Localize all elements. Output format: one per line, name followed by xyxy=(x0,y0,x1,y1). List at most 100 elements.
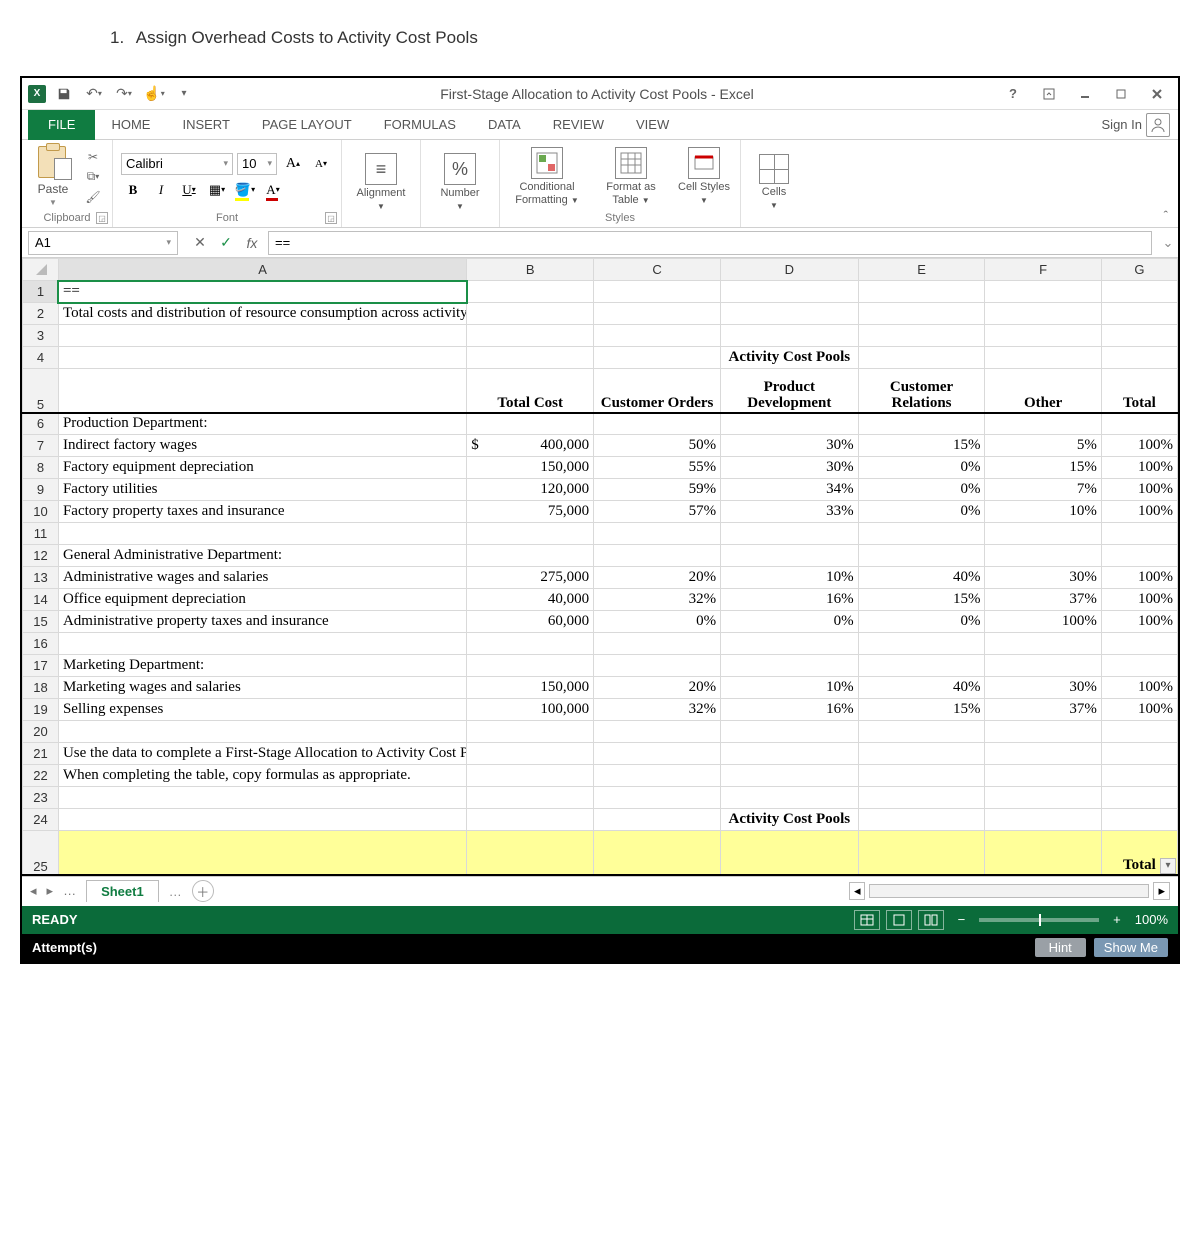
cell[interactable] xyxy=(1101,413,1177,435)
underline-button[interactable]: U▾ xyxy=(177,179,201,201)
tab-formulas[interactable]: FORMULAS xyxy=(368,110,472,140)
cell[interactable]: 60,000 xyxy=(467,611,594,633)
page-break-view-icon[interactable] xyxy=(918,910,944,930)
cell[interactable] xyxy=(594,281,721,303)
row-header[interactable]: 3 xyxy=(23,325,59,347)
cell[interactable]: 275,000 xyxy=(467,567,594,589)
bold-button[interactable]: B xyxy=(121,179,145,201)
cell[interactable]: 37% xyxy=(985,589,1101,611)
cell[interactable]: 10% xyxy=(721,567,859,589)
zoom-level[interactable]: 100% xyxy=(1135,912,1168,927)
cell[interactable] xyxy=(985,809,1101,831)
cell[interactable]: Total Cost xyxy=(467,369,594,413)
cell[interactable]: 120,000 xyxy=(467,479,594,501)
col-header-G[interactable]: G xyxy=(1101,259,1177,281)
cell[interactable] xyxy=(467,281,594,303)
cell[interactable] xyxy=(467,545,594,567)
cell[interactable] xyxy=(858,523,985,545)
cell[interactable] xyxy=(985,721,1101,743)
cell[interactable]: 0% xyxy=(594,611,721,633)
cell[interactable]: Administrative wages and salaries xyxy=(58,567,466,589)
cell[interactable] xyxy=(594,787,721,809)
cell[interactable]: 30% xyxy=(721,457,859,479)
select-all-corner[interactable] xyxy=(23,259,59,281)
cell[interactable] xyxy=(985,633,1101,655)
cell[interactable] xyxy=(858,545,985,567)
number-button[interactable]: % Number▼ xyxy=(429,153,491,211)
cell[interactable] xyxy=(721,281,859,303)
cell[interactable] xyxy=(721,655,859,677)
row-header[interactable]: 18 xyxy=(23,677,59,699)
tab-data[interactable]: DATA xyxy=(472,110,537,140)
cell[interactable]: Total costs and distribution of resource… xyxy=(58,303,466,325)
copy-icon[interactable]: ⧉▾ xyxy=(82,168,104,186)
cell[interactable] xyxy=(58,787,466,809)
cell[interactable]: 57% xyxy=(594,501,721,523)
col-header-C[interactable]: C xyxy=(594,259,721,281)
cell[interactable]: Factory property taxes and insurance xyxy=(58,501,466,523)
cell[interactable]: 32% xyxy=(594,699,721,721)
borders-icon[interactable]: ▦▾ xyxy=(205,179,229,201)
row-header[interactable]: 23 xyxy=(23,787,59,809)
tab-file[interactable]: FILE xyxy=(28,110,95,140)
cell[interactable]: 15% xyxy=(985,457,1101,479)
sign-in[interactable]: Sign In xyxy=(1102,113,1170,137)
cell[interactable]: Factory equipment depreciation xyxy=(58,457,466,479)
cell[interactable] xyxy=(467,325,594,347)
cell[interactable] xyxy=(58,325,466,347)
zoom-out-icon[interactable]: − xyxy=(958,912,966,927)
cell[interactable]: 37% xyxy=(985,699,1101,721)
fx-icon[interactable]: fx xyxy=(240,232,264,254)
row-header[interactable]: 13 xyxy=(23,567,59,589)
row-header[interactable]: 10 xyxy=(23,501,59,523)
cell[interactable] xyxy=(1101,743,1177,765)
col-header-F[interactable]: F xyxy=(985,259,1101,281)
cell[interactable] xyxy=(467,655,594,677)
cell[interactable]: Customer Relations xyxy=(858,369,985,413)
format-as-table-button[interactable]: Format as Table ▼ xyxy=(596,147,666,205)
cell[interactable] xyxy=(721,545,859,567)
cell[interactable]: Indirect factory wages xyxy=(58,435,466,457)
cell[interactable]: Other xyxy=(985,369,1101,413)
cell[interactable]: 100% xyxy=(1101,479,1177,501)
cell[interactable]: 100% xyxy=(1101,699,1177,721)
cell[interactable] xyxy=(721,831,859,875)
cell[interactable] xyxy=(467,743,594,765)
cell[interactable]: Customer Orders xyxy=(594,369,721,413)
cell[interactable] xyxy=(467,765,594,787)
col-header-B[interactable]: B xyxy=(467,259,594,281)
cell[interactable] xyxy=(1101,523,1177,545)
cell[interactable] xyxy=(985,281,1101,303)
cell[interactable]: 100% xyxy=(1101,611,1177,633)
cell[interactable]: Activity Cost Pools xyxy=(721,347,859,369)
cell[interactable] xyxy=(858,303,985,325)
cell[interactable] xyxy=(467,303,594,325)
normal-view-icon[interactable] xyxy=(854,910,880,930)
cell[interactable]: 0% xyxy=(858,479,985,501)
cell[interactable]: Selling expenses xyxy=(58,699,466,721)
cell[interactable]: 10% xyxy=(721,677,859,699)
cell[interactable] xyxy=(467,721,594,743)
cell[interactable]: 33% xyxy=(721,501,859,523)
cell[interactable]: Factory utilities xyxy=(58,479,466,501)
cell[interactable]: Office equipment depreciation xyxy=(58,589,466,611)
dialog-launcher-icon[interactable]: ◲ xyxy=(96,212,108,224)
cell[interactable] xyxy=(858,347,985,369)
cell[interactable]: 16% xyxy=(721,699,859,721)
row-header[interactable]: 4 xyxy=(23,347,59,369)
row-header[interactable]: 17 xyxy=(23,655,59,677)
cell[interactable] xyxy=(858,633,985,655)
cell[interactable] xyxy=(594,303,721,325)
font-size-combo[interactable]: 10▾ xyxy=(237,153,277,175)
cell[interactable] xyxy=(721,413,859,435)
tab-review[interactable]: REVIEW xyxy=(537,110,620,140)
cell[interactable]: 40% xyxy=(858,677,985,699)
cell[interactable]: 100% xyxy=(985,611,1101,633)
cell[interactable] xyxy=(858,721,985,743)
cell[interactable]: 20% xyxy=(594,567,721,589)
cell[interactable]: 30% xyxy=(721,435,859,457)
zoom-slider[interactable] xyxy=(979,918,1099,922)
maximize-icon[interactable] xyxy=(1106,80,1136,108)
name-box[interactable]: A1▾ xyxy=(28,231,178,255)
row-header[interactable]: 19 xyxy=(23,699,59,721)
